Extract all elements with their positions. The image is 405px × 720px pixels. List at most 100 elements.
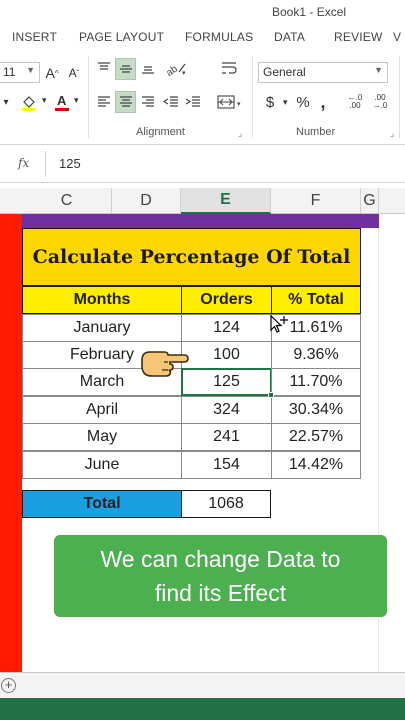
ribbon-tabs: INSERT PAGE LAYOUT FORMULAS DATA REVIEW … bbox=[0, 24, 405, 50]
formula-input[interactable]: 125 bbox=[59, 156, 81, 171]
cell-pct[interactable]: 11.70% bbox=[271, 368, 361, 396]
shrink-font-button[interactable]: Aˇ bbox=[66, 64, 82, 82]
orientation-button[interactable]: ab ▾ bbox=[163, 58, 189, 78]
alignment-group-label: Alignment bbox=[136, 126, 185, 138]
chevron-down-icon: ▼ bbox=[374, 65, 383, 75]
cell-pct[interactable]: 14.42% bbox=[271, 451, 361, 479]
top-align-button[interactable] bbox=[94, 58, 114, 78]
align-right-icon bbox=[142, 96, 154, 107]
ribbon-separator bbox=[88, 56, 89, 138]
column-headers: C D E F G bbox=[0, 188, 405, 214]
cell-pct[interactable]: 22.57% bbox=[271, 423, 361, 451]
increase-decimal-icon: ←.0 .00 bbox=[347, 93, 363, 110]
header-color-bar bbox=[22, 214, 379, 228]
column-header-c[interactable]: C bbox=[22, 188, 112, 214]
svg-text:ab: ab bbox=[165, 63, 180, 76]
total-label[interactable]: Total bbox=[22, 490, 182, 518]
svg-text:A: A bbox=[57, 93, 67, 108]
font-color-button[interactable]: A bbox=[52, 92, 72, 112]
decrease-indent-button[interactable] bbox=[161, 92, 181, 112]
cell-orders[interactable]: 124 bbox=[181, 314, 272, 342]
align-left-button[interactable] bbox=[94, 92, 114, 112]
column-header-f[interactable]: F bbox=[271, 188, 361, 214]
cell-month[interactable]: May bbox=[22, 423, 182, 451]
header-orders[interactable]: Orders bbox=[181, 286, 272, 314]
chevron-down-icon[interactable]: ▾ bbox=[42, 95, 47, 106]
number-group-label: Number bbox=[296, 126, 336, 138]
wrap-text-button[interactable] bbox=[218, 58, 240, 78]
add-sheet-button[interactable]: + bbox=[1, 678, 16, 693]
svg-text:▾: ▾ bbox=[182, 70, 186, 76]
decrease-indent-icon bbox=[162, 96, 178, 107]
move-cursor-icon bbox=[270, 314, 288, 333]
total-value[interactable]: 1068 bbox=[181, 490, 271, 518]
tab-insert[interactable]: INSERT bbox=[12, 30, 57, 44]
font-size-combo[interactable]: 11 ▼ bbox=[0, 62, 40, 83]
ribbon-separator bbox=[399, 56, 400, 138]
comma-style-button[interactable]: , bbox=[316, 92, 330, 112]
caption-banner: We can change Data to find its Effect bbox=[54, 535, 387, 617]
tab-formulas[interactable]: FORMULAS bbox=[185, 30, 253, 44]
caption-line-2: find its Effect bbox=[154, 580, 287, 606]
sheet-tab-bar: + bbox=[0, 672, 405, 698]
increase-decimal-button[interactable]: ←.0 .00 bbox=[343, 92, 367, 112]
ribbon: 11 ▼ A ^ Aˇ ▾ ▾ A ▾ ab ▾ ▾ Alignment ⌟ G… bbox=[0, 50, 405, 145]
tab-review[interactable]: REVIEW bbox=[334, 30, 383, 44]
bottom-align-button[interactable] bbox=[138, 58, 158, 78]
grow-font-icon: A bbox=[45, 65, 55, 81]
cell-month[interactable]: June bbox=[22, 451, 182, 479]
tab-page-layout[interactable]: PAGE LAYOUT bbox=[79, 30, 164, 44]
table-title[interactable]: Calculate Percentage Of Total bbox=[22, 228, 361, 286]
cell-month[interactable]: April bbox=[22, 396, 182, 424]
wrap-text-icon bbox=[222, 62, 237, 74]
orientation-icon: ab ▾ bbox=[165, 63, 186, 76]
align-right-button[interactable] bbox=[138, 92, 158, 112]
alignment-dialog-launcher-icon[interactable]: ⌟ bbox=[238, 128, 242, 139]
formula-bar: fx 125 bbox=[0, 145, 405, 183]
insert-function-button[interactable]: fx bbox=[18, 156, 29, 170]
caption-line-1: We can change Data to bbox=[100, 546, 341, 572]
cell-month[interactable]: January bbox=[22, 314, 182, 342]
tab-data[interactable]: DATA bbox=[274, 30, 305, 44]
ribbon-separator bbox=[252, 56, 253, 138]
cell-orders[interactable]: 324 bbox=[181, 396, 272, 424]
header-pct-total[interactable]: % Total bbox=[271, 286, 361, 314]
grow-font-button[interactable]: A ^ bbox=[44, 64, 60, 82]
fill-color-button[interactable] bbox=[18, 92, 40, 112]
percent-button[interactable]: % bbox=[294, 92, 312, 112]
column-header-e[interactable]: E bbox=[181, 188, 271, 214]
decrease-decimal-button[interactable]: .00 →.0 bbox=[368, 92, 392, 112]
middle-align-icon bbox=[119, 65, 132, 73]
row-highlight-bar bbox=[0, 214, 22, 672]
font-color-icon: A bbox=[55, 93, 69, 111]
cell-pct[interactable]: 9.36% bbox=[271, 341, 361, 369]
cell-orders[interactable]: 100 bbox=[181, 341, 272, 369]
title-bar: Book1 - Excel bbox=[0, 0, 405, 24]
align-center-button[interactable] bbox=[115, 91, 136, 113]
currency-button[interactable]: $ bbox=[262, 92, 278, 112]
column-header-g[interactable]: G bbox=[361, 188, 379, 214]
chevron-down-icon[interactable]: ▾ bbox=[283, 97, 288, 108]
cell-orders[interactable]: 154 bbox=[181, 451, 272, 479]
number-format-combo[interactable]: General ▼ bbox=[258, 62, 388, 83]
cell-pct[interactable]: 30.34% bbox=[271, 396, 361, 424]
middle-align-button[interactable] bbox=[115, 58, 136, 80]
cell-orders-selected[interactable]: 125 bbox=[181, 368, 272, 396]
tab-view[interactable]: V bbox=[393, 30, 401, 44]
fill-handle[interactable] bbox=[268, 392, 274, 398]
increase-indent-button[interactable] bbox=[183, 92, 203, 112]
fill-color-icon bbox=[22, 96, 36, 111]
chevron-down-icon[interactable]: ▾ bbox=[74, 95, 79, 106]
merge-center-button[interactable]: ▾ bbox=[215, 92, 245, 112]
number-dialog-launcher-icon[interactable]: ⌟ bbox=[390, 128, 394, 139]
chevron-down-icon: ▼ bbox=[26, 65, 35, 75]
column-header-d[interactable]: D bbox=[112, 188, 181, 214]
borders-button[interactable]: ▾ bbox=[0, 93, 12, 111]
increase-indent-icon bbox=[185, 96, 200, 107]
top-align-icon bbox=[98, 62, 110, 70]
percent-icon: % bbox=[296, 93, 310, 111]
cell-orders[interactable]: 241 bbox=[181, 423, 272, 451]
header-months[interactable]: Months bbox=[22, 286, 182, 314]
window-title: Book1 - Excel bbox=[272, 5, 347, 19]
shrink-font-icon: A bbox=[68, 66, 77, 80]
